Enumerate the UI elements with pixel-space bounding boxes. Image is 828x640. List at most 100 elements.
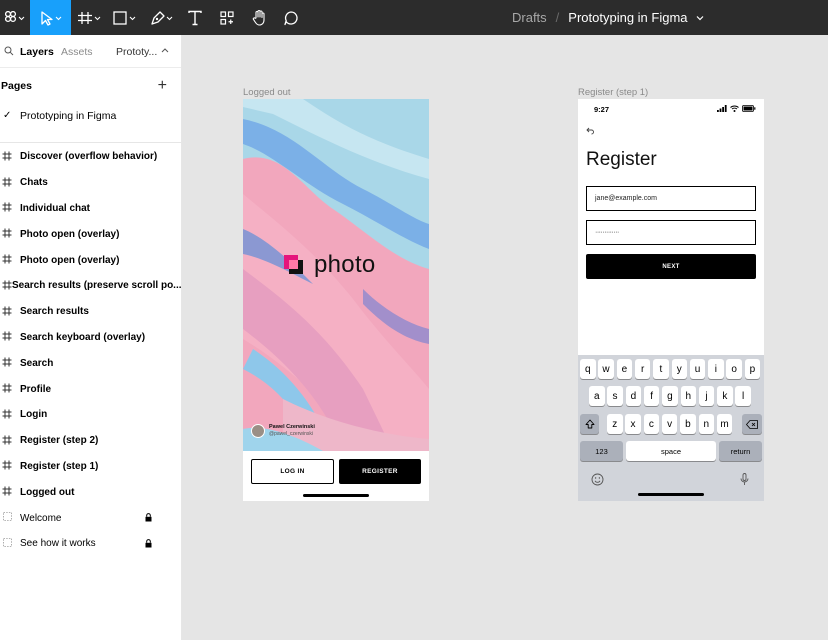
microphone-icon[interactable] [740,473,749,486]
return-key[interactable]: return [719,441,762,461]
layer-list: Discover (overflow behavior) Chats Individ… [0,143,181,557]
key-u[interactable]: u [689,359,706,379]
frame-icon [0,305,20,319]
avatar [251,424,265,438]
layer-item[interactable]: Register (step 1) [0,454,181,480]
frame-icon [0,459,20,473]
back-arrow-icon[interactable] [586,127,594,135]
next-button[interactable]: NEXT [586,254,756,279]
frame-icon [0,330,20,344]
checkmark-icon: ✓ [3,110,12,121]
key-e[interactable]: e [616,359,633,379]
home-indicator [303,494,369,497]
key-v[interactable]: v [661,414,678,434]
chevron-up-icon[interactable] [161,47,169,53]
key-f[interactable]: f [643,386,660,406]
lock-icon[interactable] [145,539,152,551]
layer-item-label: Register (step 2) [20,435,99,447]
frame-label-register-step-1[interactable]: Register (step 1) [578,87,648,98]
pages-header: Pages + [0,68,181,103]
key-j[interactable]: j [698,386,715,406]
log-in-button[interactable]: LOG IN [251,459,334,484]
status-bar: 9:27 [578,99,764,119]
search-icon[interactable] [4,46,14,56]
key-w[interactable]: w [598,359,614,379]
layer-item[interactable]: Discover (overflow behavior) [0,144,181,170]
layer-item[interactable]: Logged out [0,479,181,505]
toolbar: Drafts / Prototyping in Figma [0,0,828,35]
lock-icon[interactable] [145,513,152,525]
backspace-icon [746,419,758,429]
key-t[interactable]: t [653,359,669,379]
frame-logged-out[interactable]: photo Pawel Czerwinski @pawel_czerwinski… [243,99,429,501]
frame-icon [0,279,12,293]
tab-prototype[interactable]: Prototy... [116,46,157,58]
layer-item[interactable]: Search keyboard (overlay) [0,325,181,351]
key-l[interactable]: l [735,386,751,406]
layer-item-label: Individual chat [20,202,91,214]
layer-item[interactable]: Register (step 2) [0,428,181,454]
status-time: 9:27 [594,105,610,114]
layer-item[interactable]: Login [0,402,181,428]
layer-item[interactable]: Chats [0,170,181,196]
layer-item-label: Photo open (overlay) [20,228,120,240]
key-h[interactable]: h [680,386,696,406]
key-c[interactable]: c [643,414,660,434]
photo-credit: Pawel Czerwinski @pawel_czerwinski [251,424,315,438]
key-z[interactable]: z [607,414,623,434]
frame-label-logged-out[interactable]: Logged out [243,87,291,98]
section-icon [0,512,20,524]
key-r[interactable]: r [634,359,651,379]
delete-key[interactable] [742,414,762,434]
layer-item[interactable]: Welcome [0,505,181,531]
key-s[interactable]: s [607,386,623,406]
emoji-icon[interactable] [591,473,604,486]
numbers-key[interactable]: 123 [580,441,623,461]
layer-item[interactable]: Individual chat [0,196,181,222]
key-o[interactable]: o [726,359,742,379]
frame-icon [0,434,20,448]
tab-layers[interactable]: Layers [20,46,54,58]
key-i[interactable]: i [708,359,724,379]
key-p[interactable]: p [744,359,761,379]
breadcrumb-separator: / [555,10,560,25]
battery-icon [742,105,756,112]
page-item-current[interactable]: ✓ Prototyping in Figma [0,103,181,128]
layer-item-label: Profile [20,383,52,395]
space-key[interactable]: space [626,441,716,461]
key-d[interactable]: d [625,386,642,406]
layer-item[interactable]: Profile [0,376,181,402]
key-m[interactable]: m [716,414,733,434]
layer-item[interactable]: See how it works [0,531,181,557]
add-page-button[interactable]: + [158,77,167,95]
breadcrumb-drafts[interactable]: Drafts [512,10,547,25]
layer-item-label: Logged out [20,486,75,498]
layer-item[interactable]: Search [0,350,181,376]
password-field[interactable]: ············· [586,220,756,245]
key-k[interactable]: k [717,386,733,406]
layer-item-label: See how it works [20,538,96,550]
key-q[interactable]: q [580,359,596,379]
key-x[interactable]: x [625,414,641,434]
frame-icon [0,201,20,215]
layer-item[interactable]: Photo open (overlay) [0,247,181,273]
chevron-down-icon[interactable] [695,14,705,22]
register-button[interactable]: REGISTER [339,459,421,484]
layer-item-label: Register (step 1) [20,460,99,472]
layer-item[interactable]: Search results [0,299,181,325]
tab-assets[interactable]: Assets [61,46,93,58]
layer-item[interactable]: Photo open (overlay) [0,221,181,247]
layer-item[interactable]: Search results (preserve scroll po... [0,273,181,299]
key-b[interactable]: b [680,414,696,434]
sidebar-tabs: Layers Assets Prototy... [0,35,181,68]
shift-key[interactable] [580,414,599,434]
frame-icon [0,408,20,422]
key-a[interactable]: a [589,386,605,406]
key-y[interactable]: y [671,359,687,379]
frame-register-step-1[interactable]: 9:27 Register jane@example.com ·········… [578,99,764,501]
email-field[interactable]: jane@example.com [586,186,756,211]
key-n[interactable]: n [698,414,714,434]
layer-item-label: Search results (preserve scroll po... [12,280,181,292]
key-g[interactable]: g [662,386,678,406]
file-name[interactable]: Prototyping in Figma [568,10,687,25]
